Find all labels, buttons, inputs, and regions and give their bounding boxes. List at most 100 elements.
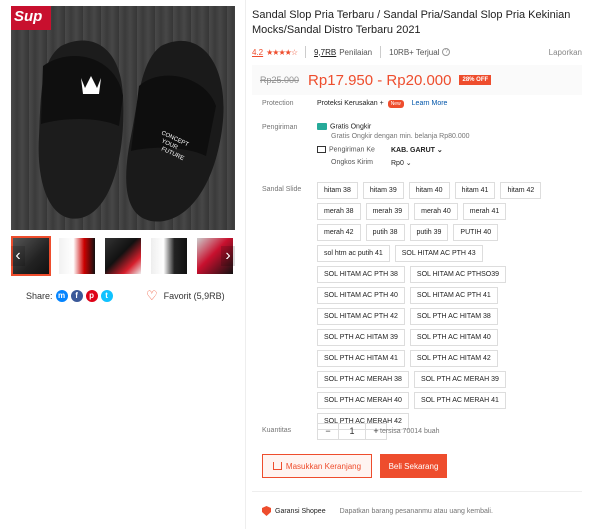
chevron-down-icon: ⌄ bbox=[436, 147, 443, 154]
messenger-icon[interactable]: m bbox=[55, 290, 68, 302]
shipping-label: Pengiriman bbox=[262, 124, 298, 131]
free-shipping-truck-icon bbox=[317, 123, 327, 130]
quantity-label: Kuantitas bbox=[262, 427, 292, 434]
free-shipping-desc: Gratis Ongkir dengan min. belanja Rp80.0… bbox=[331, 133, 470, 140]
free-shipping-row: Gratis Ongkir bbox=[317, 123, 371, 130]
product-title: Sandal Slop Pria Terbaru / Sandal Pria/S… bbox=[252, 9, 571, 36]
meta-separator bbox=[380, 46, 382, 58]
shield-icon bbox=[262, 506, 271, 516]
ratings-count[interactable]: 9,7RB bbox=[314, 48, 336, 57]
original-price: Rp25.000 bbox=[260, 75, 300, 85]
thumbnail-4[interactable] bbox=[149, 236, 189, 276]
thumbnail-3[interactable] bbox=[103, 236, 143, 276]
variant-option[interactable]: SOL PTH AC HITAM 41 bbox=[317, 350, 405, 367]
variant-option[interactable]: putih 39 bbox=[409, 224, 449, 241]
variant-option[interactable]: sol htm ac putih 41 bbox=[317, 245, 390, 262]
ship-to-label: Pengiriman Ke bbox=[329, 146, 375, 154]
shipping-cost-label: Ongkos Kirim bbox=[331, 159, 374, 166]
product-info: Sandal Slop Pria Terbaru / Sandal Pria/S… bbox=[252, 8, 582, 95]
current-price: Rp17.950 - Rp20.000 bbox=[308, 71, 452, 89]
guarantee-row: Garansi Shopee Dapatkan barang pesananmu… bbox=[262, 506, 493, 516]
twitter-icon[interactable]: t bbox=[100, 290, 113, 302]
quantity-stepper: − 1 + bbox=[317, 423, 387, 440]
variant-option[interactable]: merah 39 bbox=[365, 203, 410, 220]
variant-option[interactable]: SOL PTH AC MERAH 40 bbox=[317, 392, 409, 409]
section-divider bbox=[252, 491, 582, 492]
help-icon[interactable]: ? bbox=[442, 48, 451, 56]
chevron-left-icon[interactable]: ‹ bbox=[11, 246, 25, 266]
heart-icon: ♡ bbox=[146, 288, 158, 303]
product-gallery: Sup CONCEPT YOUR FUTURE ‹ › bbox=[11, 6, 235, 276]
add-to-cart-label: Masukkan Keranjang bbox=[285, 461, 362, 471]
variant-option[interactable]: PUTIH 40 bbox=[453, 224, 499, 241]
variant-option[interactable]: SOL PTH AC HITAM 39 bbox=[317, 329, 405, 346]
variant-option[interactable]: merah 38 bbox=[317, 203, 361, 220]
variant-option[interactable]: SOL PTH AC MERAH 41 bbox=[413, 392, 506, 409]
thumbnail-strip: ‹ › bbox=[11, 236, 235, 276]
variant-label: Sandal Slide bbox=[262, 186, 302, 193]
sold-count: 10RB+ Terjual bbox=[389, 47, 440, 57]
shipping-cost-value: Rp0 bbox=[391, 160, 404, 167]
variant-options: hitam 38 hitam 39 hitam 40 hitam 41 hitam 42… bbox=[317, 182, 547, 430]
variant-option[interactable]: hitam 38 bbox=[317, 182, 358, 199]
ratings-label: Penilaian bbox=[339, 47, 373, 57]
free-shipping-title: Gratis Ongkir bbox=[330, 123, 372, 131]
cart-icon bbox=[272, 462, 282, 470]
share-label: Share: bbox=[26, 291, 53, 301]
variant-option[interactable]: putih 38 bbox=[365, 224, 405, 241]
variant-option[interactable]: SOL PTH AC HITAM 40 bbox=[409, 329, 498, 346]
add-to-cart-button[interactable]: Masukkan Keranjang bbox=[262, 454, 372, 478]
variant-option[interactable]: SOL HITAM AC PTH 42 bbox=[317, 308, 405, 325]
variant-option[interactable]: hitam 40 bbox=[408, 182, 450, 199]
discount-badge: 28% OFF bbox=[459, 75, 492, 85]
ship-to-value: KAB. GARUT bbox=[391, 147, 435, 154]
variant-option[interactable]: SOL HITAM AC PTH 41 bbox=[409, 287, 498, 304]
protection-label: Protection bbox=[262, 100, 294, 107]
favorite-button[interactable]: ♡ Favorit (5,9RB) bbox=[146, 288, 225, 303]
decrement-button[interactable]: − bbox=[318, 424, 338, 439]
protection-value: Proteksi Kerusakan + bbox=[317, 100, 384, 107]
variant-option[interactable]: SOL PTH AC HITAM 42 bbox=[409, 350, 498, 367]
ship-to-row: Pengiriman Ke bbox=[317, 146, 375, 153]
slipper-illustration: CONCEPT YOUR FUTURE bbox=[38, 40, 224, 222]
new-badge: New bbox=[387, 100, 404, 108]
variant-option[interactable]: SOL HITAM AC PTH 38 bbox=[317, 266, 405, 283]
buy-now-button[interactable]: Beli Sekarang bbox=[380, 454, 447, 478]
variant-option[interactable]: SOL HITAM AC PTHSO39 bbox=[409, 266, 506, 283]
guarantee-title: Garansi Shopee bbox=[275, 507, 326, 515]
column-divider bbox=[245, 0, 246, 529]
variant-option[interactable]: merah 41 bbox=[462, 203, 507, 220]
variant-option[interactable]: merah 40 bbox=[414, 203, 458, 220]
favorite-label: Favorit (5,9RB) bbox=[163, 291, 225, 301]
chevron-down-icon: ⌄ bbox=[405, 160, 412, 167]
shipping-cost-dropdown[interactable]: Rp0 ⌄ bbox=[391, 159, 412, 167]
thumbnail-2[interactable] bbox=[57, 236, 97, 276]
variant-option[interactable]: SOL PTH AC HITAM 38 bbox=[409, 308, 498, 325]
variant-option[interactable]: SOL PTH AC MERAH 38 bbox=[317, 371, 409, 388]
price-box: Rp25.000 Rp17.950 - Rp20.000 28% OFF bbox=[252, 65, 582, 95]
protection-row: Proteksi Kerusakan + New Learn More bbox=[317, 100, 447, 108]
rating-value[interactable]: 4.2 bbox=[252, 48, 263, 57]
learn-more-link[interactable]: Learn More bbox=[412, 100, 448, 107]
variant-option[interactable]: SOL HITAM AC PTH 43 bbox=[394, 245, 483, 262]
variant-option[interactable]: hitam 39 bbox=[362, 182, 404, 199]
stock-remaining: tersisa 70014 buah bbox=[380, 428, 440, 435]
variant-option[interactable]: SOL PTH AC MERAH 39 bbox=[413, 371, 506, 388]
share-row: Share: m f p t bbox=[26, 290, 113, 302]
guarantee-desc: Dapatkan barang pesananmu atau uang kemb… bbox=[339, 507, 493, 515]
pinterest-icon[interactable]: p bbox=[85, 290, 98, 302]
variant-option[interactable]: hitam 42 bbox=[500, 182, 542, 199]
ship-to-dropdown[interactable]: KAB. GARUT ⌄ bbox=[391, 146, 443, 154]
main-product-image[interactable]: Sup CONCEPT YOUR FUTURE bbox=[11, 6, 235, 230]
quantity-input[interactable]: 1 bbox=[338, 424, 366, 439]
meta-separator bbox=[304, 46, 306, 58]
report-link[interactable]: Laporkan bbox=[549, 48, 582, 57]
truck-icon bbox=[317, 146, 326, 153]
facebook-icon[interactable]: f bbox=[70, 290, 83, 302]
rating-row: 4.2 ★★★★☆ 9,7RB Penilaian 10RB+ Terjual … bbox=[252, 46, 582, 58]
variant-option[interactable]: hitam 41 bbox=[454, 182, 496, 199]
star-rating-icon: ★★★★☆ bbox=[266, 47, 298, 57]
variant-option[interactable]: merah 42 bbox=[317, 224, 361, 241]
variant-option[interactable]: SOL HITAM AC PTH 40 bbox=[317, 287, 405, 304]
chevron-right-icon[interactable]: › bbox=[221, 246, 235, 266]
